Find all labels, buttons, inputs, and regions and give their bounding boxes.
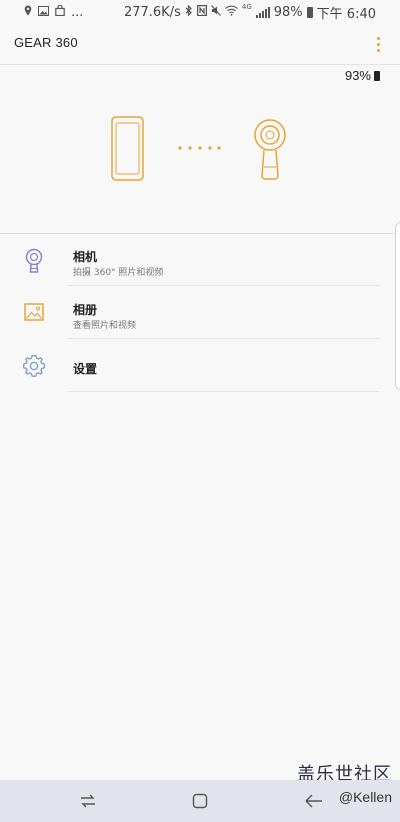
location-icon bbox=[24, 5, 32, 19]
edge-panel-handle[interactable] bbox=[395, 222, 400, 390]
status-left: ... bbox=[0, 5, 83, 20]
bluetooth-icon bbox=[185, 4, 193, 19]
clock: 下午 6:40 bbox=[316, 6, 376, 22]
signal-icon bbox=[255, 6, 270, 18]
menu-divider bbox=[68, 285, 379, 286]
camera-battery-percent: 93% bbox=[344, 68, 371, 83]
menu-item-title: 相册 bbox=[73, 303, 98, 317]
camera-battery: 93% bbox=[345, 68, 380, 83]
net-speed: 277.6K/s bbox=[123, 4, 181, 20]
status-right: 277.6K/s 4G 98% 下午 6:40 bbox=[124, 0, 376, 24]
album-icon bbox=[18, 299, 50, 327]
network-type: 4G bbox=[241, 3, 252, 11]
menu-item-camera[interactable]: 相机 拍摄 360° 照片和视频 bbox=[0, 234, 395, 286]
menu-divider bbox=[68, 338, 379, 339]
app-title: GEAR 360 bbox=[14, 35, 78, 50]
nfc-icon bbox=[196, 5, 207, 19]
recent-apps-icon[interactable] bbox=[73, 788, 103, 814]
back-icon[interactable] bbox=[298, 788, 328, 814]
mute-icon bbox=[210, 5, 221, 19]
battery-percent: 98% bbox=[273, 4, 303, 20]
menu-item-title: 相机 bbox=[73, 250, 98, 264]
settings-icon bbox=[18, 352, 50, 380]
camera-icon bbox=[18, 246, 50, 274]
home-icon[interactable] bbox=[185, 788, 215, 814]
menu-item-subtitle: 查看照片和视频 bbox=[73, 321, 137, 331]
menu-item-settings[interactable]: 设置 bbox=[0, 340, 395, 392]
shopping-bag-icon bbox=[55, 4, 65, 19]
menu-divider bbox=[68, 391, 379, 392]
status-bar: ... 277.6K/s 4G 98% 下午 6:40 bbox=[0, 0, 400, 24]
camera-battery-icon bbox=[374, 70, 380, 81]
app-bar-divider bbox=[0, 64, 400, 65]
credit-text: @Kellen bbox=[338, 789, 392, 805]
wifi-icon bbox=[225, 5, 238, 19]
connection-dots bbox=[178, 146, 221, 150]
phone-icon bbox=[111, 116, 144, 181]
connection-illustration bbox=[0, 100, 400, 200]
menu-item-album[interactable]: 相册 查看照片和视频 bbox=[0, 287, 395, 339]
menu-item-title: 设置 bbox=[73, 362, 98, 376]
menu-item-subtitle: 拍摄 360° 照片和视频 bbox=[73, 268, 164, 278]
more-notifications: ... bbox=[71, 4, 84, 20]
gallery-icon bbox=[38, 5, 49, 19]
battery-icon bbox=[306, 6, 313, 18]
app-bar: GEAR 360 bbox=[0, 24, 400, 64]
more-vert-icon[interactable] bbox=[368, 32, 388, 56]
gear360-camera-icon bbox=[254, 119, 286, 180]
navigation-bar: @Kellen bbox=[0, 780, 400, 822]
